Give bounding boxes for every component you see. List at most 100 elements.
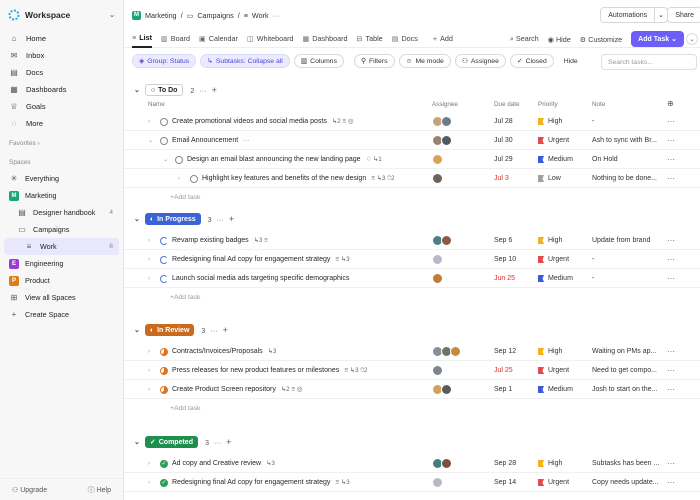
task-status-icon[interactable]	[160, 342, 168, 361]
plus-icon[interactable]: +	[223, 325, 228, 335]
tab-whiteboard[interactable]: ◫ Whiteboard	[247, 30, 294, 48]
sidebar-space-view-all-spaces[interactable]: ⊞ View all Spaces	[4, 289, 119, 306]
hide-chip[interactable]: Hide	[557, 54, 584, 68]
plus-icon[interactable]: +	[226, 437, 231, 447]
task-note[interactable]: -	[592, 250, 670, 269]
assignee-avatars[interactable]	[432, 342, 461, 361]
task-name[interactable]: Ad copy and Creative review ↳3	[172, 454, 275, 473]
tab-board[interactable]: ▥ Board	[161, 30, 190, 48]
task-status-icon[interactable]: ✓	[160, 454, 168, 473]
hide-tool[interactable]: ◉ Hide	[548, 35, 571, 44]
sidebar-space-create-space[interactable]: + Create Space	[4, 306, 119, 323]
expand-caret-icon[interactable]: ⌄	[163, 150, 168, 169]
priority[interactable]: Urgent	[538, 361, 569, 380]
assignee-avatars[interactable]	[432, 169, 443, 188]
row-more-icon[interactable]: ···	[667, 131, 675, 150]
due-date[interactable]: Sep 1	[494, 380, 512, 399]
column-header-note[interactable]: Note	[592, 101, 605, 108]
breadcrumb-more-button[interactable]: ···	[273, 11, 280, 20]
due-date[interactable]: Jun 25	[494, 269, 515, 288]
task-row[interactable]: › Revamp existing badges ↳3 ≡ Sep 6 High Upda…	[124, 231, 700, 250]
more-icon[interactable]: ···	[214, 438, 221, 447]
due-date[interactable]: Jul 25	[494, 361, 513, 380]
me-mode-chip[interactable]: ☺ Me mode	[398, 54, 451, 68]
task-row[interactable]: › Launch social media ads targeting speci…	[124, 269, 700, 288]
expand-caret-icon[interactable]: ›	[178, 169, 180, 188]
task-name[interactable]: Create promotional videos and social med…	[172, 112, 353, 131]
expand-caret-icon[interactable]: ›	[148, 231, 150, 250]
row-more-icon[interactable]: ···	[667, 269, 675, 288]
priority[interactable]: High	[538, 112, 562, 131]
tab-list[interactable]: ≡ List	[132, 30, 152, 48]
chevron-down-icon[interactable]: ⌄	[134, 326, 140, 334]
assignee-avatars[interactable]	[432, 250, 443, 269]
column-header-assignee[interactable]: Assignee	[432, 101, 458, 108]
tab-table[interactable]: ⊟ Table	[356, 30, 382, 48]
task-name[interactable]: Email Announcement ···	[172, 131, 249, 150]
group-by-chip[interactable]: ◈ Group: Status	[132, 54, 197, 68]
tab-add[interactable]: + Add	[433, 30, 453, 48]
task-status-icon[interactable]	[160, 250, 168, 269]
tab-docs[interactable]: ▤ Docs	[392, 30, 418, 48]
more-icon[interactable]: ···	[217, 215, 224, 224]
row-more-icon[interactable]: ···	[667, 361, 675, 380]
sidebar-space-designer-handbook[interactable]: ▤ Designer handbook 4	[4, 204, 119, 221]
priority[interactable]: Low	[538, 169, 561, 188]
sidebar-nav-home[interactable]: ⌂ Home	[4, 30, 119, 47]
add-column-icon[interactable]: ⊕	[667, 99, 674, 108]
row-more-icon[interactable]: ···	[667, 169, 675, 188]
row-more-icon[interactable]: ···	[667, 150, 675, 169]
breadcrumb-folder[interactable]: Campaigns	[197, 11, 233, 20]
tab-dashboard[interactable]: ▦ Dashboard	[303, 30, 348, 48]
status-pill[interactable]: ○ To Do	[144, 84, 184, 96]
assignee-avatars[interactable]	[432, 269, 443, 288]
search-tool[interactable]: ⌕ Search	[510, 34, 539, 44]
row-more-icon[interactable]: ···	[667, 231, 675, 250]
due-date[interactable]: Jul 28	[494, 112, 513, 131]
expand-caret-icon[interactable]: ›	[148, 473, 150, 492]
upgrade-button[interactable]: ⚇ Upgrade	[12, 486, 47, 494]
task-note[interactable]: Subtasks has been ...	[592, 454, 670, 473]
priority[interactable]: Medium	[538, 380, 573, 399]
plus-icon[interactable]: +	[212, 85, 217, 95]
task-name[interactable]: Redesigning final Ad copy for engagement…	[172, 473, 350, 492]
sidebar-nav-inbox[interactable]: ✉ Inbox	[4, 47, 119, 64]
task-row[interactable]: › Create promotional videos and social me…	[124, 112, 700, 131]
task-row[interactable]: › Create Product Screen repository ↳2 ≡ ◎ S…	[124, 380, 700, 399]
task-status-icon[interactable]	[160, 361, 168, 380]
help-button[interactable]: ⓘ Help	[88, 485, 111, 495]
task-row[interactable]: › Redesigning final Ad copy for engagemen…	[124, 250, 700, 269]
column-header-priority[interactable]: Priority	[538, 101, 558, 108]
expand-caret-icon[interactable]: ›	[148, 361, 150, 380]
expand-caret-icon[interactable]: ›	[148, 250, 150, 269]
due-date[interactable]: Sep 12	[494, 342, 516, 361]
due-date[interactable]: Sep 28	[494, 454, 516, 473]
assignee-avatars[interactable]	[432, 361, 443, 380]
due-date[interactable]: Sep 14	[494, 473, 516, 492]
task-row[interactable]: › ✓ Redesigning final Ad copy for engageme…	[124, 473, 700, 492]
priority[interactable]: Urgent	[538, 473, 569, 492]
collapse-toggle-icon[interactable]: ⌄	[686, 33, 698, 45]
sidebar-nav-docs[interactable]: ▤ Docs	[4, 64, 119, 81]
sidebar-space-campaigns[interactable]: ▭ Campaigns	[4, 221, 119, 238]
expand-caret-icon[interactable]: ›	[148, 112, 150, 131]
task-row[interactable]: › Highlight key features and benefits of …	[124, 169, 700, 188]
task-note[interactable]: Waiting on PMs ap...	[592, 342, 670, 361]
due-date[interactable]: Jul 29	[494, 150, 513, 169]
add-task-button[interactable]: Add Task ⌄	[631, 31, 684, 47]
task-note[interactable]: -	[592, 269, 670, 288]
priority[interactable]: Medium	[538, 269, 573, 288]
automations-button[interactable]: Automations	[600, 7, 656, 23]
task-note[interactable]: Ash to sync with Br...	[592, 131, 670, 150]
more-icon[interactable]: ···	[199, 86, 206, 95]
task-note[interactable]: Josh to start on the...	[592, 380, 670, 399]
column-header-due[interactable]: Due date	[494, 101, 520, 108]
task-status-icon[interactable]: ✓	[160, 473, 168, 492]
add-task-row[interactable]: + Add task	[124, 188, 700, 206]
chevron-down-icon[interactable]: ⌄	[134, 215, 140, 223]
priority[interactable]: Medium	[538, 150, 573, 169]
task-name[interactable]: Create Product Screen repository ↳2 ≡ ◎	[172, 380, 302, 399]
task-status-icon[interactable]	[160, 131, 168, 150]
task-name[interactable]: Redesigning final Ad copy for engagement…	[172, 250, 350, 269]
assignee-avatars[interactable]	[432, 131, 452, 150]
